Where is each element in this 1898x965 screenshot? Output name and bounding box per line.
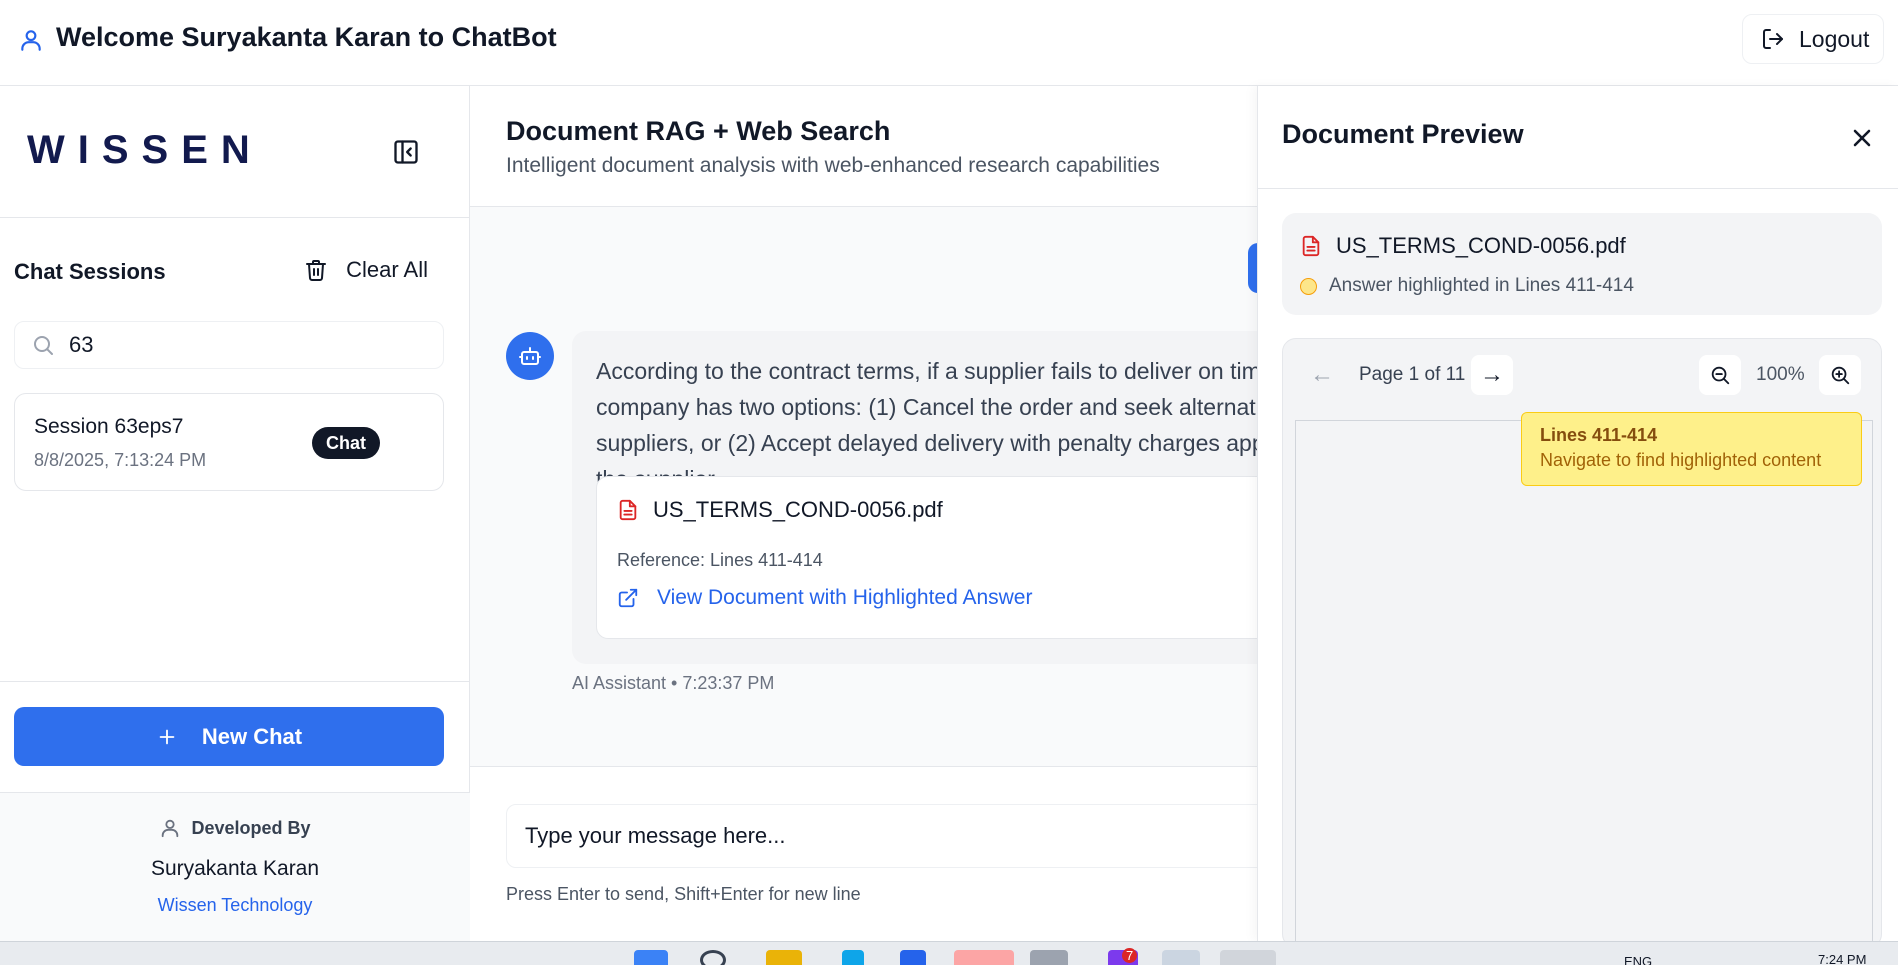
wissen-logo: WISSEN — [27, 128, 263, 172]
developed-by: Developed By — [0, 817, 470, 839]
clear-all-button[interactable]: Clear All — [304, 254, 428, 286]
highlight-dot-icon — [1300, 277, 1317, 295]
app-icon[interactable] — [842, 950, 864, 965]
arrow-left-icon: ← — [1310, 361, 1334, 388]
new-chat-label: New Chat — [201, 723, 303, 749]
top-header: Welcome Suryakanta Karan to ChatBot Logo… — [0, 0, 1898, 86]
sidebar-bottom: New Chat Developed By Suryakanta Karan W… — [0, 681, 470, 942]
logout-icon — [1763, 29, 1783, 49]
session-name: Session 63eps7 — [34, 415, 184, 438]
collapse-sidebar-icon[interactable] — [392, 138, 420, 166]
company-link[interactable]: Wissen Technology — [0, 895, 470, 916]
bot-icon — [519, 347, 541, 365]
sessions-header: Chat Sessions Clear All — [14, 254, 444, 286]
message-meta: AI Assistant • 7:23:37 PM — [572, 673, 775, 693]
zoom-in-button[interactable] — [1819, 355, 1861, 395]
preview-file: US_TERMS_COND-0056.pdf — [1300, 233, 1626, 259]
logout-label: Logout — [1799, 25, 1870, 52]
session-list-item[interactable]: Session 63eps7 8/8/2025, 7:13:24 PM Chat — [14, 393, 444, 491]
arrow-right-icon: → — [1480, 361, 1504, 388]
zoom-out-icon — [1711, 366, 1730, 385]
session-date: 8/8/2025, 7:13:24 PM — [34, 450, 207, 470]
message-input[interactable] — [506, 804, 1266, 868]
document-preview-panel: Document Preview US_TERMS_COND-0056.pdf … — [1257, 86, 1898, 948]
browser-icon[interactable] — [954, 950, 1014, 965]
external-link-icon — [618, 588, 638, 608]
source-card: US_TERMS_COND-0056.pdf Reference: Lines … — [596, 476, 1272, 639]
app-icon[interactable] — [1030, 950, 1068, 965]
bot-message-bubble: According to the contract terms, if a su… — [572, 331, 1272, 664]
previous-page-button[interactable]: ← — [1301, 355, 1343, 395]
highlight-info: Answer highlighted in Lines 411-414 — [1300, 275, 1634, 297]
search-taskbar-icon[interactable] — [700, 950, 726, 965]
clock[interactable]: 7:24 PM — [1818, 952, 1866, 965]
bot-avatar — [506, 332, 554, 380]
app-icon[interactable] — [1162, 950, 1200, 965]
chat-title: Document RAG + Web Search — [506, 116, 891, 146]
zoom-in-icon — [1831, 366, 1850, 385]
developer-user-icon — [162, 819, 179, 838]
chat-subtitle: Intelligent document analysis with web-e… — [506, 154, 1160, 177]
session-search[interactable] — [14, 321, 444, 369]
message-composer: Press Enter to send, Shift+Enter for new… — [470, 766, 1266, 941]
pdf-viewer: ← Page 1 of 11 → 100% Lines 411-414 Navi… — [1282, 338, 1882, 948]
chat-sessions-title: Chat Sessions — [14, 259, 166, 284]
plus-icon — [159, 729, 175, 744]
source-file: US_TERMS_COND-0056.pdf — [617, 497, 943, 523]
logout-button[interactable]: Logout — [1742, 14, 1884, 64]
composer-hint: Press Enter to send, Shift+Enter for new… — [506, 884, 861, 904]
highlight-info-text: Answer highlighted in Lines 411-414 — [1329, 275, 1634, 296]
windows-start-icon[interactable] — [634, 950, 668, 965]
source-file-name: US_TERMS_COND-0056.pdf — [653, 497, 943, 522]
developed-by-label: Developed By — [191, 817, 311, 838]
zoom-out-button[interactable] — [1699, 355, 1741, 395]
new-chat-button[interactable]: New Chat — [14, 707, 444, 766]
preview-title: Document Preview — [1282, 119, 1524, 149]
chat-header: Document RAG + Web Search Intelligent do… — [470, 86, 1260, 207]
trash-icon — [306, 260, 327, 281]
preview-file-name: US_TERMS_COND-0056.pdf — [1336, 233, 1626, 258]
app-icon[interactable] — [1220, 950, 1276, 965]
chat-main: Document RAG + Web Search Intelligent do… — [470, 86, 1272, 941]
pdf-file-icon — [1302, 235, 1320, 257]
welcome-title: Welcome Suryakanta Karan to ChatBot — [56, 22, 557, 52]
pdf-page-area[interactable] — [1295, 420, 1873, 947]
search-icon — [34, 336, 53, 355]
language-indicator[interactable]: ENG — [1624, 954, 1652, 965]
zoom-level: 100% — [1756, 364, 1805, 385]
view-document-label: View Document with Highlighted Answer — [657, 586, 1033, 609]
source-reference: Reference: Lines 411-414 — [617, 550, 823, 570]
tooltip-subtitle: Navigate to find highlighted content — [1540, 450, 1822, 470]
credits-panel: Developed By Suryakanta Karan Wissen Tec… — [0, 792, 470, 942]
logo-row: WISSEN — [0, 86, 470, 218]
session-search-input[interactable] — [69, 332, 409, 358]
page-indicator: Page 1 of 11 — [1359, 364, 1466, 385]
next-page-button[interactable]: → — [1471, 355, 1513, 395]
clear-all-label: Clear All — [346, 257, 428, 282]
developer-name: Suryakanta Karan — [150, 857, 320, 880]
preview-header: Document Preview — [1258, 86, 1898, 189]
session-type-badge: Chat — [312, 427, 380, 459]
tooltip-title: Lines 411-414 — [1540, 425, 1658, 445]
viewer-toolbar: ← Page 1 of 11 → 100% — [1283, 339, 1881, 409]
view-document-link[interactable]: View Document with Highlighted Answer — [617, 586, 1032, 610]
sidebar: WISSEN Chat Sessions Clear All Session 6… — [0, 86, 470, 942]
user-icon — [21, 30, 41, 51]
store-icon[interactable] — [900, 950, 926, 965]
file-explorer-icon[interactable] — [766, 950, 802, 965]
pdf-file-icon — [619, 499, 637, 521]
highlight-tooltip: Lines 411-414 Navigate to find highlight… — [1521, 412, 1862, 486]
close-icon[interactable] — [1848, 124, 1876, 152]
chatbot-app: Welcome Suryakanta Karan to ChatBot Logo… — [0, 0, 1898, 965]
preview-file-card: US_TERMS_COND-0056.pdf Answer highlighte… — [1282, 213, 1882, 315]
os-taskbar: 7 ENG 7:24 PM — [0, 941, 1898, 965]
